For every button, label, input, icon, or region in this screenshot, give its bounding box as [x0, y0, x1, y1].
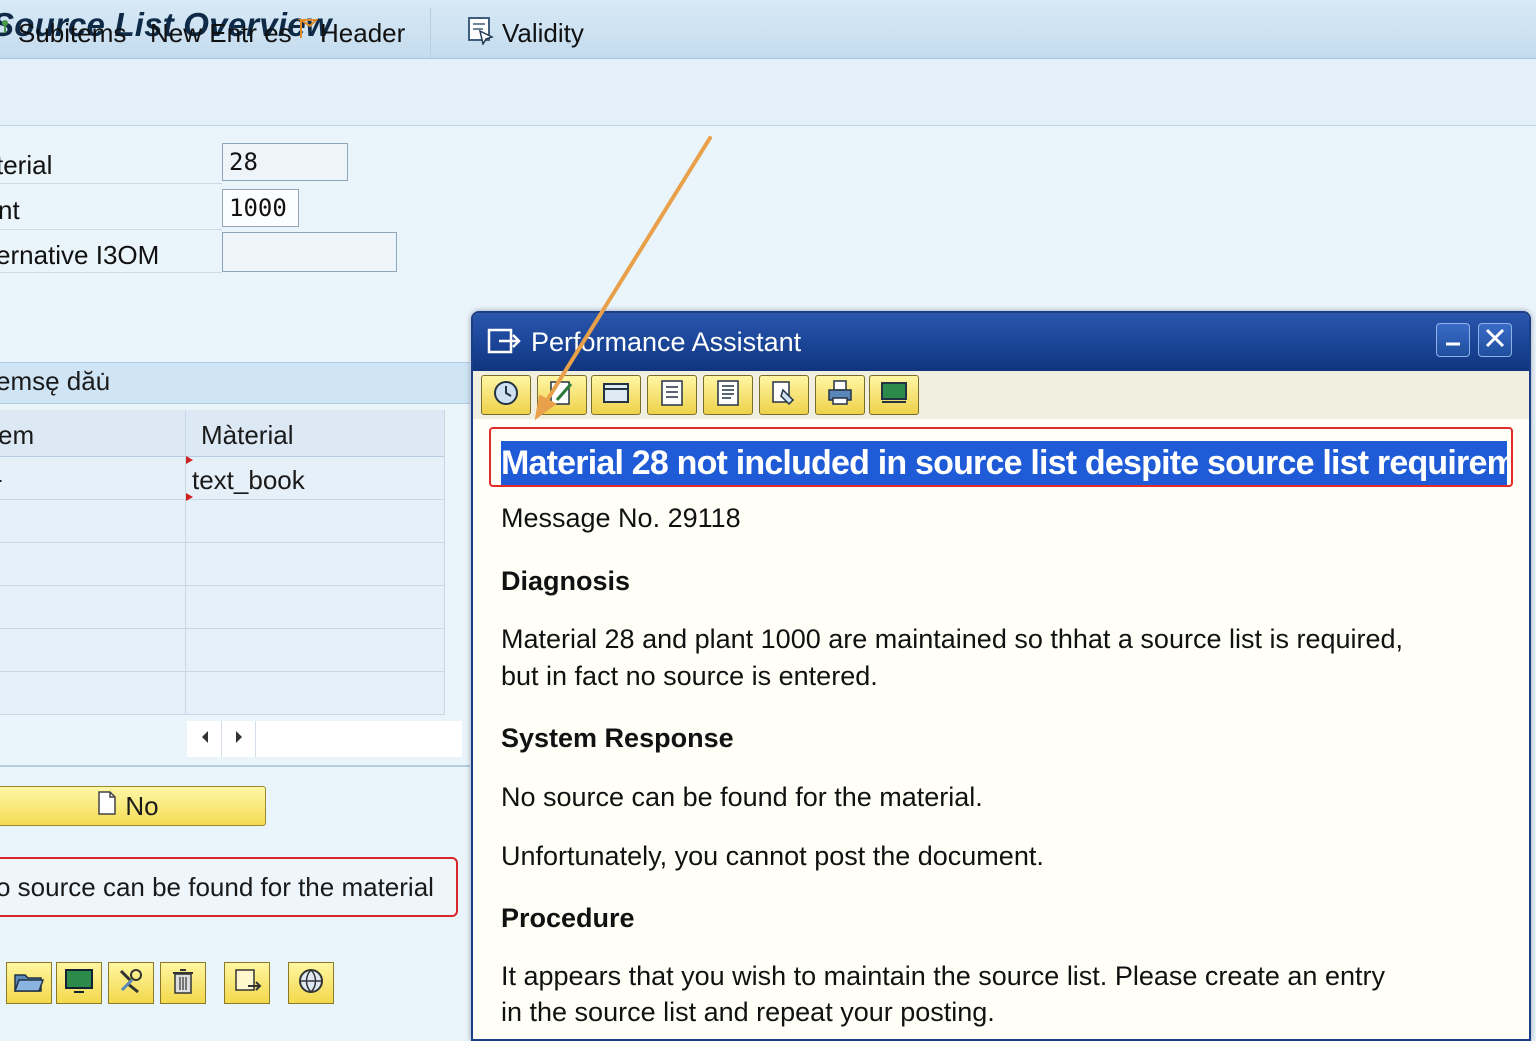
subitems-label: Subitems — [18, 17, 127, 48]
plant-field[interactable]: 1000 — [222, 189, 299, 227]
plant-label: nt — [0, 195, 20, 225]
diagnosis-heading: Diagnosis — [501, 566, 631, 596]
trash-icon — [170, 966, 196, 1001]
column-divider — [444, 410, 445, 715]
validity-button[interactable]: Validity — [466, 15, 584, 51]
form-divider — [0, 183, 222, 184]
new-entries-label: New Entr es — [150, 17, 292, 48]
delete-button[interactable] — [160, 962, 206, 1004]
diagnosis-text-line2: but in fact no source is entered. — [501, 661, 878, 691]
list-icon — [657, 378, 687, 413]
history-icon — [491, 378, 521, 413]
close-icon — [1484, 327, 1506, 354]
row-divider — [0, 714, 445, 715]
scroll-left-button[interactable] — [189, 721, 222, 757]
procedure-heading: Procedure — [501, 903, 635, 933]
dialog-title: Performance Assistant — [531, 327, 802, 357]
attachment-button[interactable] — [759, 375, 809, 415]
attachment-icon — [769, 378, 799, 413]
table-cell-item[interactable]: - — [0, 464, 3, 495]
print-button[interactable] — [815, 375, 865, 415]
table-section-title: emsę dău̇ — [0, 366, 111, 396]
required-marker-icon — [186, 493, 193, 501]
system-response-heading: System Response — [501, 723, 734, 753]
toolbar-separator — [430, 8, 431, 58]
monitor-icon — [64, 967, 94, 1000]
validity-icon — [466, 15, 502, 52]
globe-icon — [296, 966, 326, 1001]
row-divider — [0, 542, 445, 543]
flag-icon — [297, 16, 320, 51]
toolbar — [0, 59, 1536, 126]
minimize-icon — [1443, 328, 1463, 353]
web-button[interactable] — [288, 962, 334, 1004]
close-button[interactable] — [1478, 323, 1512, 357]
folder-open-icon — [13, 967, 45, 1000]
window-button[interactable] — [591, 375, 641, 415]
system-response-text-line2: Unfortunately, you cannot post the docum… — [501, 841, 1044, 871]
export-button[interactable] — [224, 962, 270, 1004]
status-message: o source can be found for the material — [0, 871, 434, 902]
scroll-right-button[interactable] — [223, 721, 256, 757]
column-header-material[interactable]: Màterial — [201, 420, 293, 451]
procedure-text-line1: It appears that you wish to maintain the… — [501, 961, 1385, 991]
tools-button[interactable] — [108, 962, 154, 1004]
column-header-item[interactable]: em — [0, 420, 34, 451]
dialog-body: Material 28 not included in source list … — [473, 419, 1529, 1039]
arrow-left-icon — [200, 730, 210, 749]
arrow-right-icon — [234, 730, 244, 749]
material-label: terial — [0, 150, 53, 180]
header-button[interactable]: Header — [297, 15, 406, 51]
row-divider — [0, 671, 445, 672]
material-field[interactable]: 28 — [222, 143, 348, 181]
form-divider — [0, 229, 222, 230]
export-icon — [232, 966, 262, 1001]
subitems-icon — [0, 17, 10, 50]
alt-bom-label: ernative I3OM — [0, 240, 160, 270]
no-button-label: No — [125, 790, 159, 821]
history-button[interactable] — [481, 375, 531, 415]
document-icon — [97, 790, 117, 823]
edit-document-button[interactable] — [537, 375, 587, 415]
row-divider — [0, 585, 445, 586]
text-button[interactable] — [703, 375, 753, 415]
screen-icon — [879, 378, 909, 413]
section-divider — [0, 765, 470, 767]
document-edit-icon — [547, 378, 577, 413]
minimize-button[interactable] — [1436, 323, 1470, 357]
message-number: Message No. 29118 — [501, 503, 741, 533]
print-icon — [825, 378, 855, 413]
header-label: Header — [320, 17, 406, 48]
window-icon — [601, 378, 631, 413]
required-marker-icon — [186, 456, 193, 464]
validity-label: Validity — [502, 17, 584, 48]
row-divider — [0, 628, 445, 629]
table-cell-material[interactable]: text_book — [192, 465, 305, 496]
new-entries-button[interactable]: New Entr es — [150, 15, 292, 51]
subitems-button[interactable]: Subitems — [0, 15, 126, 51]
screen-button[interactable] — [869, 375, 919, 415]
message-title: Material 28 not included in source list … — [501, 441, 1507, 485]
tools-icon — [116, 966, 146, 1001]
alt-bom-field[interactable] — [222, 232, 397, 272]
diagnosis-text-line1: Material 28 and plant 1000 are maintaine… — [501, 624, 1404, 654]
status-message-box: o source can be found for the material — [0, 857, 458, 917]
form-divider — [0, 272, 222, 273]
system-response-text-line1: No source can be found for the material. — [501, 782, 983, 812]
performance-assistant-dialog: Performance Assistant Material 28 not in… — [471, 311, 1531, 1041]
text-icon — [713, 378, 743, 413]
display-button[interactable] — [56, 962, 102, 1004]
no-button[interactable]: No — [0, 786, 266, 826]
row-divider — [0, 499, 445, 500]
open-folder-button[interactable] — [6, 962, 52, 1004]
procedure-text-line2: in the source list and repeat your posti… — [501, 997, 995, 1027]
help-window-icon — [487, 326, 523, 361]
list-button[interactable] — [647, 375, 697, 415]
